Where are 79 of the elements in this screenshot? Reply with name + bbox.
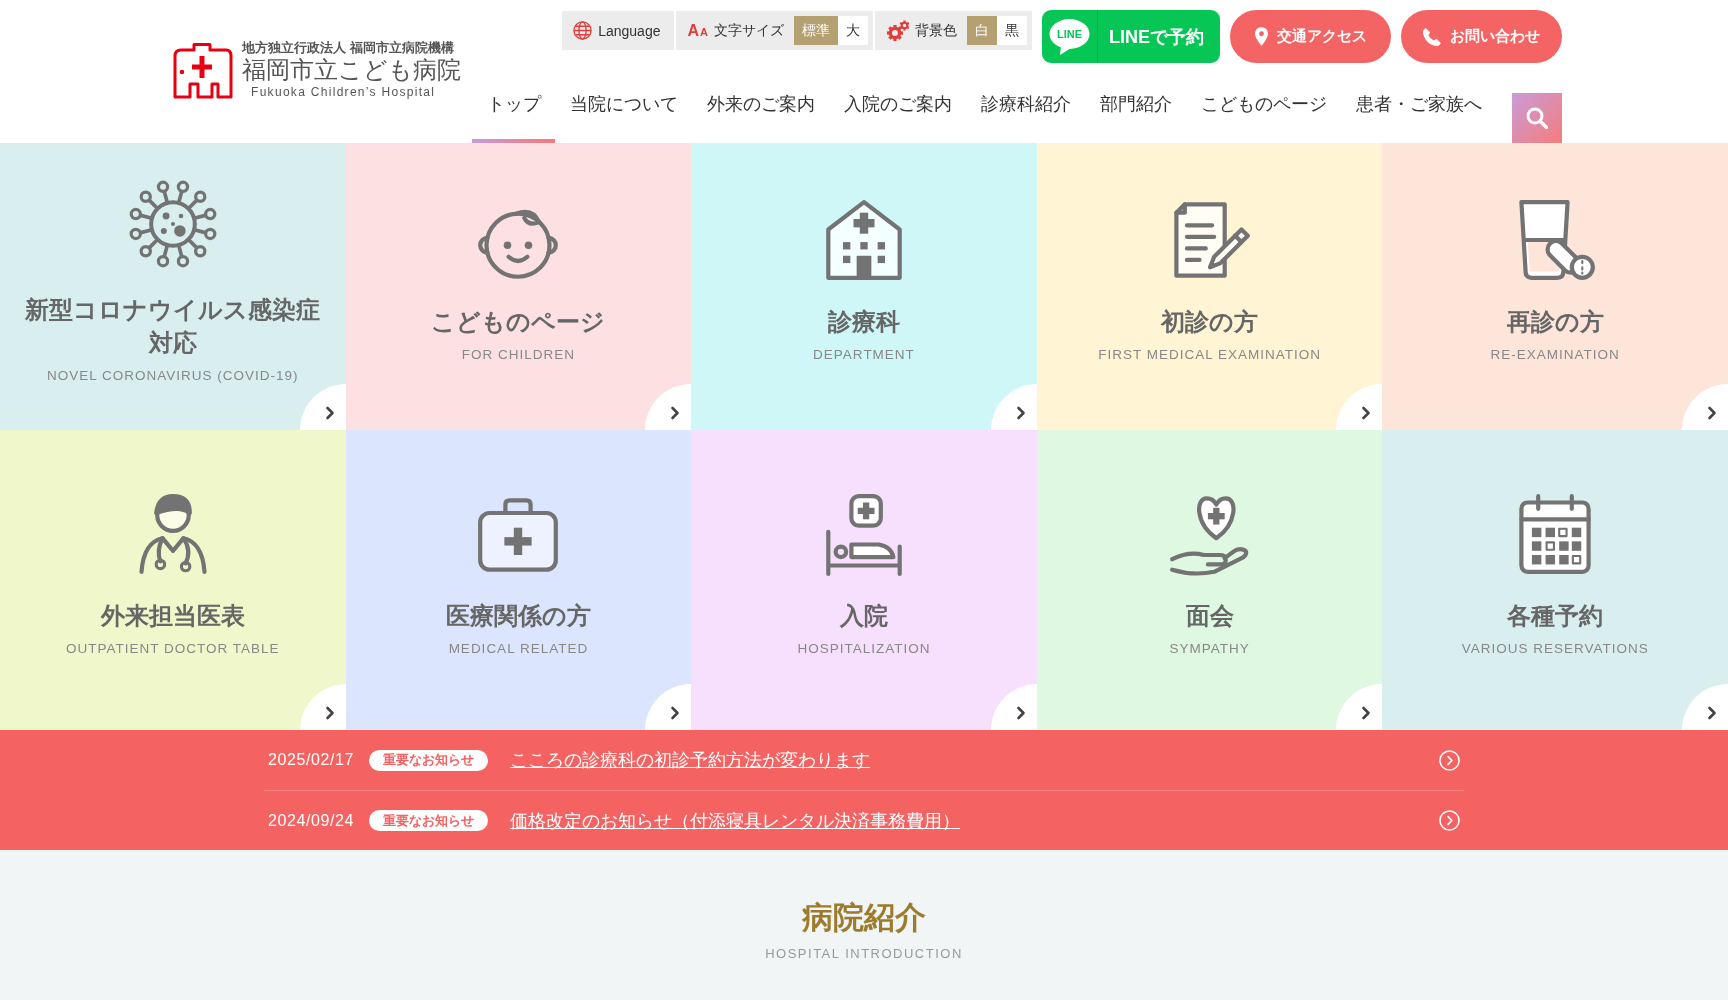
corner-chevron-icon <box>299 684 346 730</box>
font-size-option[interactable]: 大 <box>838 16 868 45</box>
corner-chevron-icon <box>990 684 1037 730</box>
tile-title: こどものページ <box>431 307 606 337</box>
tile-title: 面会 <box>1185 600 1234 631</box>
tile-title: 各種予約 <box>1507 600 1604 631</box>
menu-tile[interactable]: 外来担当医表 OUTPATIENT DOCTOR TABLE <box>0 430 346 730</box>
tile-title: 新型コロナウイルス感染症対応 <box>24 294 322 358</box>
nav-link[interactable]: こどものページ <box>1186 93 1341 143</box>
map-pin-icon <box>1254 27 1268 46</box>
news-badge: 重要なお知らせ <box>369 810 489 831</box>
circle-chevron-icon[interactable] <box>1439 749 1460 771</box>
contact-button[interactable]: お問い合わせ <box>1401 10 1562 63</box>
tile-subtitle: SYMPATHY <box>1169 639 1250 657</box>
menu-tile[interactable]: こどものページ FOR CHILDREN <box>345 143 692 430</box>
tile-subtitle: HOSPITALIZATION <box>797 639 931 657</box>
nav-link[interactable]: 部門紹介 <box>1085 93 1186 143</box>
background-color-label: 背景色 <box>915 21 957 40</box>
tile-subtitle: RE-EXAMINATION <box>1490 346 1620 363</box>
corner-chevron-icon <box>299 384 346 430</box>
tile-subtitle: VARIOUS RESERVATIONS <box>1461 639 1649 657</box>
search-button[interactable] <box>1512 93 1562 143</box>
corner-chevron-icon <box>645 384 692 430</box>
menu-tile[interactable]: 各種予約 VARIOUS RESERVATIONS <box>1382 430 1728 730</box>
tile-subtitle: FIRST MEDICAL EXAMINATION <box>1098 346 1321 363</box>
menu-tile[interactable]: 医療関係の方 MEDICAL RELATED <box>345 430 692 730</box>
news-link[interactable]: こころの診療科の初診予約方法が変わります <box>510 748 871 772</box>
font-size-option[interactable]: 標準 <box>794 16 838 45</box>
nav-link[interactable]: 患者・ご家族へ <box>1341 93 1496 143</box>
menu-tile[interactable]: 診療科 DEPARTMENT <box>691 143 1037 430</box>
phone-icon <box>1423 27 1441 46</box>
background-color-option[interactable]: 黒 <box>997 16 1027 45</box>
menu-tile[interactable]: 新型コロナウイルス感染症対応 NOVEL CORONAVIRUS (COVID-19) <box>0 143 346 430</box>
nav-link[interactable]: トップ <box>472 93 555 143</box>
nav-link[interactable]: 診療科紹介 <box>966 93 1085 143</box>
search-icon <box>1526 107 1548 129</box>
corner-chevron-icon <box>1336 384 1383 430</box>
news-link[interactable]: 価格改定のお知らせ（付添寝具レンタル決済事務費用） <box>510 808 961 833</box>
hospital-english-name: Fukuoka Children’s Hospital <box>250 85 437 100</box>
news-date: 2025/02/17 <box>268 751 355 769</box>
line-logo: LINE <box>1049 18 1090 55</box>
nav-link[interactable]: 外来のご案内 <box>692 93 829 143</box>
corner-chevron-icon <box>1682 384 1728 430</box>
circle-chevron-icon[interactable] <box>1439 810 1460 831</box>
font-size-icon: AA <box>687 21 708 40</box>
tile-subtitle: DEPARTMENT <box>813 346 915 363</box>
hospital-name: 福岡市立こども病院 <box>242 56 461 85</box>
nav-link[interactable]: 入院のご案内 <box>829 93 966 143</box>
menu-tile[interactable]: 初診の方 FIRST MEDICAL EXAMINATION <box>1036 143 1383 430</box>
tile-subtitle: OUTPATIENT DOCTOR TABLE <box>66 639 280 657</box>
news-date: 2024/09/24 <box>268 811 355 830</box>
language-button[interactable]: Language <box>562 11 675 50</box>
corner-chevron-icon <box>645 684 692 730</box>
corner-chevron-icon <box>1682 684 1728 730</box>
menu-tile[interactable]: 面会 SYMPATHY <box>1036 430 1383 730</box>
tile-title: 診療科 <box>828 307 900 337</box>
tile-title: 再診の方 <box>1506 307 1604 337</box>
tile-subtitle: FOR CHILDREN <box>461 346 575 363</box>
organization-name: 地方独立行政法人 福岡市立病院機構 <box>242 41 455 56</box>
section-title: 病院紹介 <box>802 900 926 936</box>
tile-title: 入院 <box>840 600 888 631</box>
corner-chevron-icon <box>1336 684 1383 730</box>
nav-link[interactable]: 当院について <box>555 93 692 143</box>
font-size-label: 文字サイズ <box>714 21 784 40</box>
tile-title: 外来担当医表 <box>100 600 245 631</box>
tile-title: 初診の方 <box>1161 307 1259 337</box>
tile-title: 医療関係の方 <box>445 600 591 631</box>
tile-subtitle: NOVEL CORONAVIRUS (COVID-19) <box>47 366 299 384</box>
news-badge: 重要なお知らせ <box>369 749 489 771</box>
corner-chevron-icon <box>990 384 1037 430</box>
tile-subtitle: MEDICAL RELATED <box>448 639 589 657</box>
access-button[interactable]: 交通アクセス <box>1230 10 1391 63</box>
section-subtitle: HOSPITAL INTRODUCTION <box>765 946 963 962</box>
globe-icon <box>573 21 593 40</box>
menu-tile[interactable]: 再診の方 RE-EXAMINATION <box>1382 143 1728 430</box>
background-color-option[interactable]: 白 <box>967 16 997 45</box>
menu-tile[interactable]: 入院 HOSPITALIZATION <box>691 430 1037 730</box>
hospital-logo-icon <box>172 41 234 100</box>
gears-icon <box>886 19 909 42</box>
